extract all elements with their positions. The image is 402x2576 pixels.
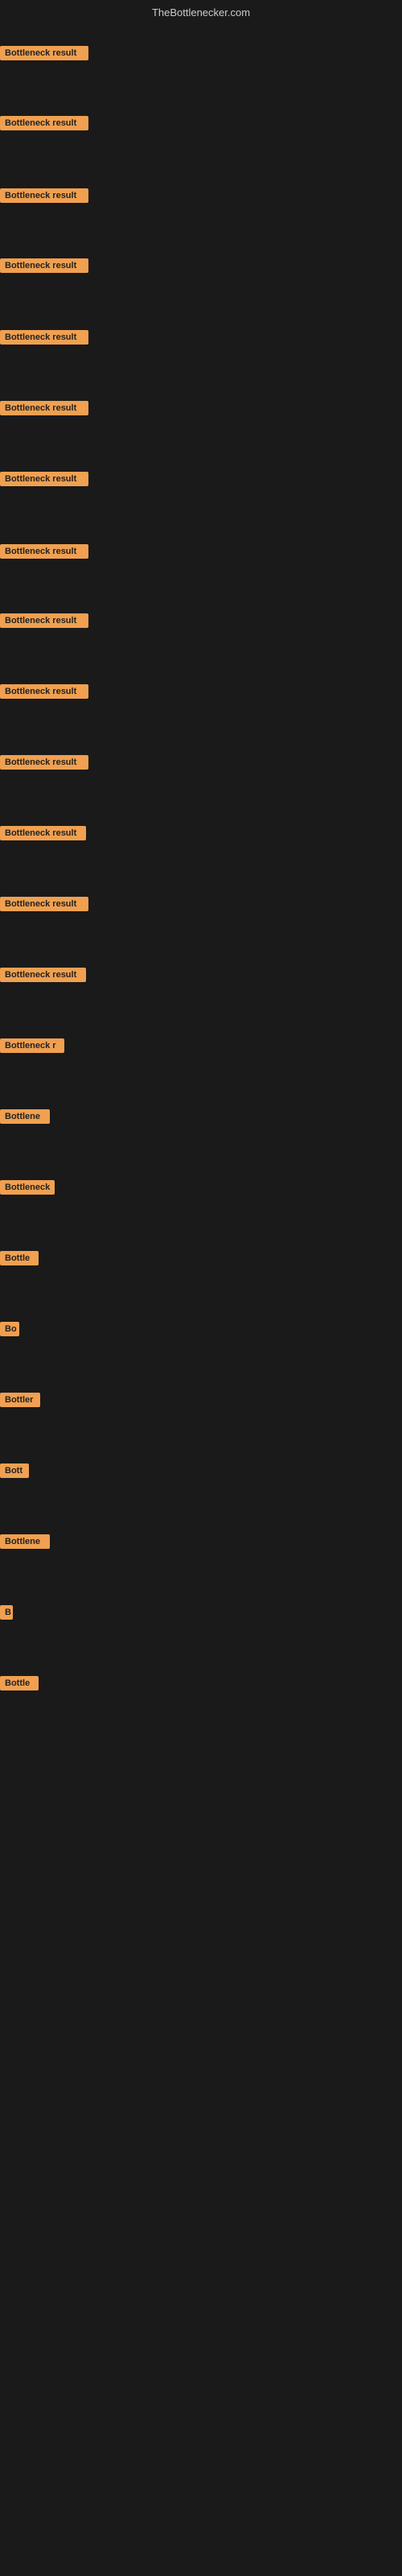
result-row: Bottleneck result [0, 684, 88, 703]
bottleneck-badge-6[interactable]: Bottleneck result [0, 401, 88, 415]
bottleneck-badge-7[interactable]: Bottleneck result [0, 472, 88, 486]
result-row: Bottleneck result [0, 401, 88, 419]
result-row: Bottleneck r [0, 1038, 64, 1057]
bottleneck-badge-24[interactable]: Bottle [0, 1676, 39, 1690]
bottleneck-badge-8[interactable]: Bottleneck result [0, 544, 88, 559]
result-row: B [0, 1605, 13, 1624]
result-row: Bottleneck result [0, 258, 88, 277]
bottleneck-badge-12[interactable]: Bottleneck result [0, 826, 86, 840]
result-row: Bottleneck result [0, 897, 88, 915]
result-row: Bo [0, 1322, 19, 1340]
result-row: Bottlene [0, 1109, 50, 1128]
bottleneck-badge-10[interactable]: Bottleneck result [0, 684, 88, 699]
result-row: Bottleneck result [0, 544, 88, 563]
bottleneck-badge-20[interactable]: Bottler [0, 1393, 40, 1407]
bottleneck-badge-19[interactable]: Bo [0, 1322, 19, 1336]
result-row: Bottle [0, 1251, 39, 1269]
site-header: TheBottlenecker.com [0, 0, 402, 22]
bottleneck-badge-14[interactable]: Bottleneck result [0, 968, 86, 982]
bottleneck-badge-23[interactable]: B [0, 1605, 13, 1620]
bottleneck-badge-5[interactable]: Bottleneck result [0, 330, 88, 345]
result-row: Bottleneck result [0, 116, 88, 134]
result-row: Bottleneck result [0, 613, 88, 632]
result-row: Bottlene [0, 1534, 50, 1553]
bottleneck-badge-3[interactable]: Bottleneck result [0, 188, 88, 203]
result-row: Bottleneck result [0, 826, 86, 844]
bottleneck-badge-15[interactable]: Bottleneck r [0, 1038, 64, 1053]
result-row: Bott [0, 1463, 29, 1482]
bottleneck-badge-22[interactable]: Bottlene [0, 1534, 50, 1549]
bottleneck-badge-11[interactable]: Bottleneck result [0, 755, 88, 770]
bottleneck-badge-18[interactable]: Bottle [0, 1251, 39, 1265]
result-row: Bottleneck result [0, 968, 86, 986]
result-row: Bottleneck result [0, 472, 88, 490]
bottleneck-badge-1[interactable]: Bottleneck result [0, 46, 88, 60]
result-row: Bottleneck result [0, 755, 88, 774]
result-row: Bottler [0, 1393, 40, 1411]
result-row: Bottleneck result [0, 188, 88, 207]
result-row: Bottle [0, 1676, 39, 1695]
bottleneck-badge-17[interactable]: Bottleneck [0, 1180, 55, 1195]
bottleneck-badge-13[interactable]: Bottleneck result [0, 897, 88, 911]
bottleneck-badge-16[interactable]: Bottlene [0, 1109, 50, 1124]
bottleneck-badge-2[interactable]: Bottleneck result [0, 116, 88, 130]
result-row: Bottleneck result [0, 46, 88, 64]
bottleneck-badge-21[interactable]: Bott [0, 1463, 29, 1478]
site-title: TheBottlenecker.com [152, 6, 250, 19]
result-row: Bottleneck result [0, 330, 88, 349]
bottleneck-badge-4[interactable]: Bottleneck result [0, 258, 88, 273]
bottleneck-badge-9[interactable]: Bottleneck result [0, 613, 88, 628]
result-row: Bottleneck [0, 1180, 55, 1199]
